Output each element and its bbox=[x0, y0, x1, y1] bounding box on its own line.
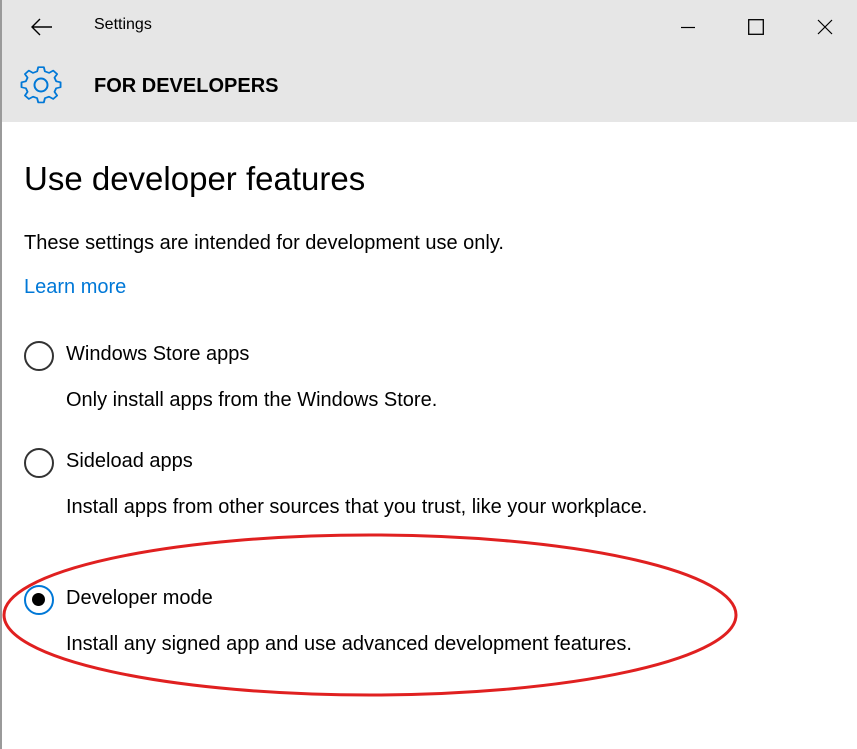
option-description: Install apps from other sources that you… bbox=[66, 496, 648, 518]
radio-developer-mode[interactable] bbox=[24, 585, 54, 615]
page-title: FOR DEVELOPERS bbox=[94, 75, 279, 97]
learn-more-link[interactable]: Learn more bbox=[24, 276, 126, 299]
option-label[interactable]: Windows Store apps bbox=[66, 343, 249, 366]
option-label[interactable]: Sideload apps bbox=[66, 450, 193, 473]
settings-window: Settings FOR DEVELOPERS Use developer fe… bbox=[0, 0, 857, 749]
page-header: FOR DEVELOPERS bbox=[2, 54, 857, 122]
option-label[interactable]: Developer mode bbox=[66, 587, 213, 610]
back-button[interactable] bbox=[22, 9, 62, 45]
maximize-icon bbox=[748, 19, 764, 35]
maximize-button[interactable] bbox=[722, 0, 790, 54]
close-icon bbox=[817, 19, 833, 35]
arrow-left-icon bbox=[31, 18, 52, 36]
close-button[interactable] bbox=[791, 0, 857, 54]
title-bar: Settings bbox=[2, 0, 857, 54]
option-description: Install any signed app and use advanced … bbox=[66, 633, 632, 655]
window-title: Settings bbox=[94, 16, 152, 33]
gear-icon bbox=[20, 66, 62, 104]
section-description: These settings are intended for developm… bbox=[24, 232, 504, 254]
section-heading: Use developer features bbox=[24, 160, 366, 197]
option-description: Only install apps from the Windows Store… bbox=[66, 389, 438, 411]
radio-sideload-apps[interactable] bbox=[24, 448, 54, 478]
settings-content: Use developer features These settings ar… bbox=[2, 122, 857, 749]
minimize-icon bbox=[681, 26, 695, 29]
minimize-button[interactable] bbox=[654, 0, 722, 54]
radio-windows-store-apps[interactable] bbox=[24, 341, 54, 371]
